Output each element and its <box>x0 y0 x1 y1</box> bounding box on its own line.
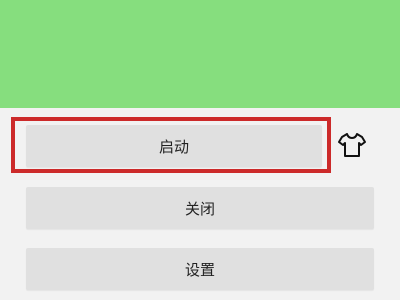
start-button-highlight <box>11 117 331 173</box>
shirt-icon[interactable] <box>337 130 367 160</box>
header-banner <box>0 0 400 108</box>
settings-button[interactable]: 设置 <box>26 248 374 290</box>
stop-button[interactable]: 关闭 <box>26 187 374 229</box>
app-screen: 启动 关闭 设置 <box>0 0 400 300</box>
settings-button-label: 设置 <box>184 260 215 279</box>
stop-button-label: 关闭 <box>184 199 215 218</box>
